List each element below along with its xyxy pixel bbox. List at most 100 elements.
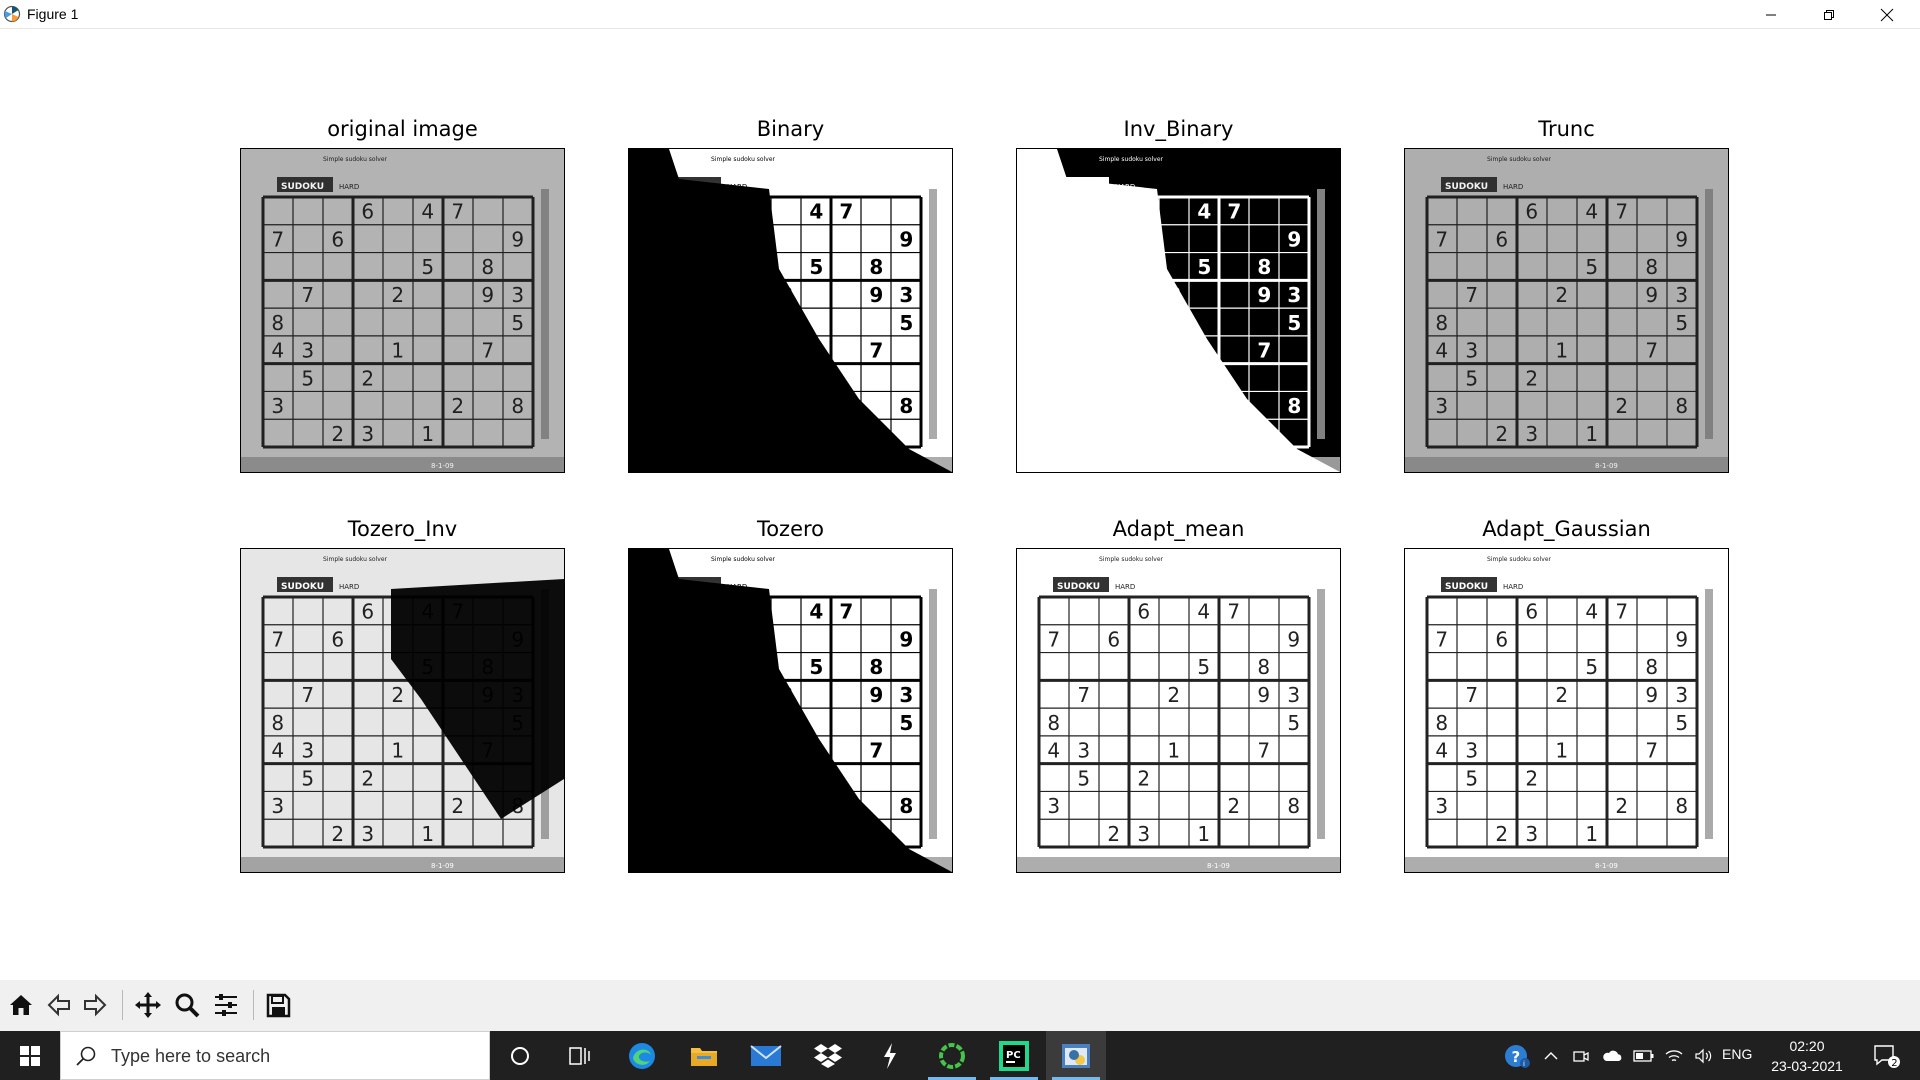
sudoku-digit: 7 bbox=[869, 339, 883, 363]
sudoku-digit: 1 bbox=[1585, 822, 1598, 846]
sudoku-digit: 5 bbox=[809, 655, 823, 679]
matplotlib-app-icon bbox=[3, 5, 21, 23]
sudoku-digit: 5 bbox=[809, 255, 823, 279]
sudoku-digit: 7 bbox=[1465, 683, 1478, 707]
file-explorer-icon bbox=[691, 1047, 717, 1066]
image-axes-original[interactable]: SUDOKU HARD Simple sudoku solver 6 4 7 7 6 9 5 8 7 2… bbox=[240, 148, 565, 473]
image-axes-adapt-mean[interactable]: SUDOKU HARD Simple sudoku solver 6 4 7 7 6 9 5 8 7 2… bbox=[1016, 548, 1341, 873]
sudoku-blurb-text: Simple sudoku solver bbox=[711, 556, 776, 563]
sudoku-image: SUDOKUHARDSimple sudoku solver6477695872… bbox=[241, 149, 564, 472]
start-button[interactable] bbox=[0, 1031, 60, 1080]
sudoku-digit: 6 bbox=[331, 627, 344, 651]
subplot-title-inv-binary: Inv_Binary bbox=[1123, 117, 1234, 141]
help-tray-button[interactable]: ? i bbox=[1500, 1031, 1534, 1080]
search-icon bbox=[76, 1046, 96, 1066]
sudoku-header-text: SUDOKU bbox=[1445, 582, 1488, 592]
restore-button[interactable] bbox=[1800, 0, 1858, 29]
wifi-tray-button[interactable] bbox=[1660, 1031, 1688, 1080]
dropbox-taskbar-app[interactable] bbox=[798, 1031, 858, 1080]
svg-text:PC: PC bbox=[1006, 1050, 1021, 1061]
sudoku-digit: 9 bbox=[869, 283, 883, 307]
file-explorer-taskbar-app[interactable] bbox=[674, 1031, 734, 1080]
image-axes-trunc[interactable]: SUDOKU HARD Simple sudoku solver 6 4 7 7 6 9 5 8 7 2… bbox=[1404, 148, 1729, 473]
volume-icon bbox=[1695, 1048, 1712, 1063]
action-center-button[interactable]: 2 bbox=[1862, 1031, 1910, 1080]
pycharm-taskbar-app[interactable]: PC bbox=[984, 1031, 1044, 1080]
forward-button[interactable] bbox=[78, 988, 112, 1022]
show-hidden-icons-button[interactable] bbox=[1538, 1031, 1564, 1080]
subplot-title-tozero-inv: Tozero_Inv bbox=[347, 517, 458, 541]
lightning-taskbar-app[interactable] bbox=[860, 1031, 920, 1080]
zoom-button[interactable] bbox=[170, 988, 204, 1022]
minimize-button[interactable] bbox=[1742, 0, 1800, 29]
toolbar-separator bbox=[122, 990, 123, 1020]
taskbar-search-box[interactable]: Type here to search bbox=[60, 1031, 490, 1080]
onedrive-tray-button[interactable] bbox=[1598, 1031, 1626, 1080]
sudoku-digit: 7 bbox=[1257, 339, 1271, 363]
sudoku-digit: 7 bbox=[1645, 739, 1658, 763]
input-language-indicator[interactable]: ENG bbox=[1722, 1046, 1752, 1062]
mail-icon bbox=[750, 1044, 782, 1066]
image-axes-binary[interactable]: SUDOKUHARDSimple sudoku solver6477695872… bbox=[628, 148, 953, 473]
image-axes-tozero-inv[interactable]: SUDOKUHARDSimple sudoku solver6477695872… bbox=[240, 548, 565, 873]
pan-icon bbox=[135, 992, 161, 1018]
sudoku-digit: 4 bbox=[809, 200, 823, 224]
subplot-title-binary: Binary bbox=[756, 117, 825, 141]
meet-now-tray-button[interactable] bbox=[1568, 1031, 1594, 1080]
home-button[interactable] bbox=[4, 988, 38, 1022]
cortana-button[interactable] bbox=[490, 1031, 550, 1080]
sudoku-image: SUDOKUHARDSimple sudoku solver6477695872… bbox=[629, 149, 952, 472]
sudoku-digit: 4 bbox=[1197, 200, 1211, 224]
sudoku-digit: 7 bbox=[869, 739, 883, 763]
image-axes-tozero[interactable]: SUDOKUHARDSimple sudoku solver6477695872… bbox=[628, 548, 953, 873]
image-axes-adapt-gaussian[interactable]: SUDOKU HARD Simple sudoku solver 6 4 7 7 6 9 5 8 7 2… bbox=[1404, 548, 1729, 873]
sudoku-digit: 3 bbox=[1287, 283, 1301, 307]
save-button[interactable] bbox=[261, 988, 295, 1022]
shading-overlay bbox=[1405, 149, 1728, 472]
image-axes-inv-binary[interactable]: SUDOKUHARDSimple sudoku solver6477695872… bbox=[1016, 148, 1341, 473]
sudoku-digit: 8 bbox=[1257, 255, 1271, 279]
sudoku-digit: 7 bbox=[1435, 627, 1448, 651]
sudoku-digit: 1 bbox=[421, 822, 434, 846]
sudoku-difficulty-text: HARD bbox=[1115, 583, 1135, 591]
subplot-title-trunc: Trunc bbox=[1538, 117, 1595, 141]
battery-tray-button[interactable] bbox=[1630, 1031, 1658, 1080]
sudoku-digit: 3 bbox=[361, 822, 374, 846]
sudoku-digit: 9 bbox=[1257, 683, 1270, 707]
close-button[interactable] bbox=[1858, 0, 1916, 29]
green-taskbar-app[interactable] bbox=[922, 1031, 982, 1080]
subplot-title-adapt-mean: Adapt_mean bbox=[1112, 517, 1245, 541]
back-button[interactable] bbox=[42, 988, 76, 1022]
pan-button[interactable] bbox=[131, 988, 165, 1022]
edge-taskbar-app[interactable] bbox=[612, 1031, 672, 1080]
configure-subplots-button[interactable] bbox=[209, 988, 243, 1022]
sudoku-digit: 3 bbox=[301, 739, 314, 763]
sudoku-digit: 4 bbox=[1047, 739, 1060, 763]
figure-canvas[interactable]: original image SUDOKU HARD Simple sudoku s… bbox=[0, 29, 1920, 980]
sudoku-digit: 6 bbox=[361, 600, 374, 624]
taskbar-clock[interactable]: 02:20 23-03-2021 bbox=[1762, 1036, 1852, 1076]
task-view-button[interactable] bbox=[550, 1031, 610, 1080]
sudoku-digit: 3 bbox=[1525, 822, 1538, 846]
sudoku-digit: 8 bbox=[1257, 655, 1270, 679]
sudoku-digit: 7 bbox=[1077, 683, 1090, 707]
sudoku-difficulty-text: HARD bbox=[339, 583, 359, 591]
sudoku-digit: 8 bbox=[899, 394, 913, 418]
sudoku-digit: 9 bbox=[1645, 683, 1658, 707]
mail-taskbar-app[interactable] bbox=[736, 1031, 796, 1080]
volume-tray-button[interactable] bbox=[1690, 1031, 1718, 1080]
edge-icon bbox=[629, 1042, 655, 1069]
sudoku-image: SUDOKUHARDSimple sudoku solver6477695872… bbox=[1017, 549, 1340, 872]
sudoku-digit: 5 bbox=[1465, 766, 1478, 790]
toolbar-separator bbox=[253, 990, 254, 1020]
sudoku-image: SUDOKUHARDSimple sudoku solver6477695872… bbox=[241, 549, 564, 872]
cortana-icon bbox=[511, 1046, 529, 1065]
subplot-title-original: original image bbox=[327, 117, 478, 141]
navigation-toolbar bbox=[0, 980, 1920, 1031]
sudoku-digit: 3 bbox=[1077, 739, 1090, 763]
python-figure-taskbar-app[interactable] bbox=[1046, 1031, 1106, 1080]
notification-icon: 2 bbox=[1874, 1044, 1900, 1069]
sudoku-digit: 3 bbox=[1675, 683, 1688, 707]
sudoku-digit: 6 bbox=[1137, 600, 1150, 624]
sudoku-digit: 8 bbox=[899, 794, 913, 818]
